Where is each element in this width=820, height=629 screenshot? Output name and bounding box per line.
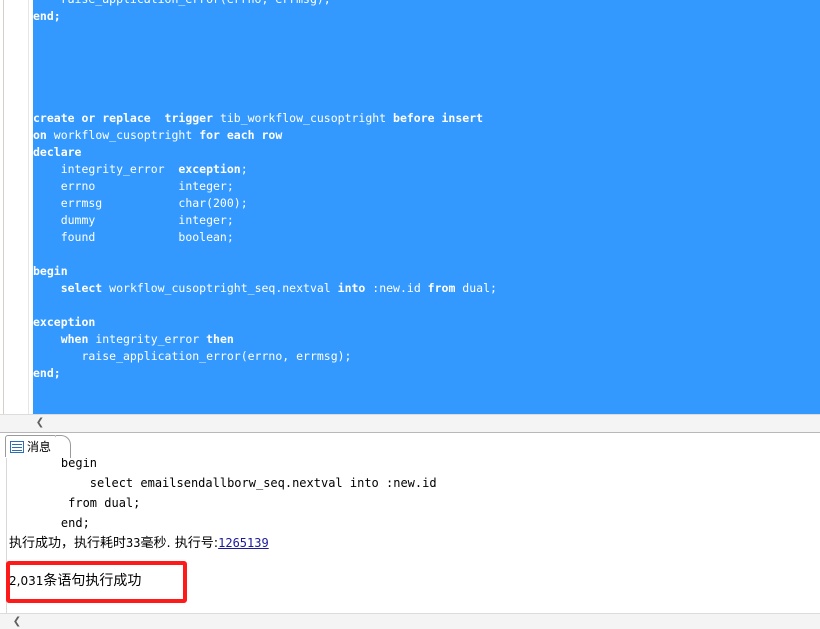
code-line: begin — [33, 263, 68, 280]
sql-editor[interactable]: raise_application_error(errno, errmsg); e… — [0, 0, 820, 432]
code-keyword: begin — [33, 264, 68, 278]
code-line: on workflow_cusoptright for each row — [33, 127, 282, 144]
code-text: integrity_error — [33, 162, 179, 176]
code-keyword: exception — [33, 315, 96, 329]
code-line: create or replace trigger tib_workflow_c… — [33, 110, 483, 127]
code-text: found boolean; — [33, 230, 234, 244]
message-pane[interactable]: begin select emailsendallborw_seq.nextva… — [0, 458, 820, 613]
message-line: begin — [32, 458, 98, 470]
scroll-left-icon[interactable]: ❮ — [10, 614, 24, 628]
editor-left-border — [3, 0, 4, 414]
code-line: declare — [33, 144, 81, 161]
message-line: from dual; — [32, 496, 141, 510]
code-text: raise_application_error(errno, errmsg); — [33, 0, 331, 6]
results-tab-strip: 消息 — [0, 432, 820, 459]
message-icon — [10, 440, 24, 453]
code-line: end; — [33, 365, 61, 382]
code-line: errmsg char(200); — [33, 195, 248, 212]
code-line: found boolean; — [33, 229, 234, 246]
code-keyword: from — [427, 281, 456, 295]
code-text: dual; — [455, 281, 497, 295]
execution-number-link[interactable]: 1265139 — [218, 536, 269, 550]
code-keyword: end; — [33, 9, 61, 23]
code-line: dummy integer; — [33, 212, 234, 229]
code-line: end; — [33, 8, 61, 25]
code-keyword: on — [33, 128, 47, 142]
tab-edge — [56, 435, 71, 458]
tab-messages[interactable]: 消息 — [5, 435, 57, 457]
code-line: when integrity_error then — [33, 331, 234, 348]
message-line: end; — [32, 516, 90, 530]
code-line: select workflow_cusoptright_seq.nextval … — [33, 280, 497, 297]
code-text: errno integer; — [33, 179, 234, 193]
code-text: workflow_cusoptright_seq.nextval — [102, 281, 338, 295]
code-text: raise_application_error(errno, errmsg); — [33, 349, 352, 363]
code-text: workflow_cusoptright — [46, 128, 200, 142]
code-line: integrity_error exception; — [33, 161, 248, 178]
status-prefix: 执行成功，执行耗时 — [9, 536, 127, 551]
editor-horizontal-scrollbar[interactable]: ❮ — [0, 414, 820, 432]
code-keyword: when — [33, 332, 89, 346]
code-text: dummy integer; — [33, 213, 234, 227]
code-keyword: exception — [178, 162, 241, 176]
code-text: tib_workflow_cusoptright — [213, 111, 394, 125]
code-line: exception — [33, 314, 95, 331]
code-text: :new.id — [365, 281, 428, 295]
code-keyword: for each row — [199, 128, 283, 142]
code-text: integrity_error — [88, 332, 207, 346]
code-keyword: create or replace trigger — [33, 111, 214, 125]
editor-gutter-border — [28, 0, 29, 414]
scroll-left-icon[interactable]: ❮ — [32, 415, 48, 431]
code-line: raise_application_error(errno, errmsg); — [33, 348, 352, 365]
status-elapsed-ms: 33 — [126, 536, 141, 550]
code-keyword: select — [33, 281, 103, 295]
message-line: select emailsendallborw_seq.nextval into… — [32, 476, 437, 490]
code-line: errno integer; — [33, 178, 234, 195]
code-keyword: then — [206, 332, 234, 346]
message-horizontal-scrollbar[interactable]: ❮ — [0, 613, 820, 629]
tab-messages-label: 消息 — [27, 440, 52, 454]
red-highlight-box — [6, 561, 187, 603]
code-keyword: before insert — [393, 111, 484, 125]
code-keyword: into — [337, 281, 366, 295]
code-text: errmsg char(200); — [33, 196, 248, 210]
code-selection-area[interactable]: raise_application_error(errno, errmsg); e… — [33, 0, 820, 414]
code-keyword: declare — [33, 145, 82, 159]
execution-status: 执行成功，执行耗时33毫秒. 执行号:1265139 — [9, 533, 269, 553]
status-mid: 毫秒. 执行号: — [140, 536, 219, 551]
code-keyword: end; — [33, 366, 61, 380]
code-text: ; — [240, 162, 248, 176]
code-line: raise_application_error(errno, errmsg); — [33, 0, 331, 8]
